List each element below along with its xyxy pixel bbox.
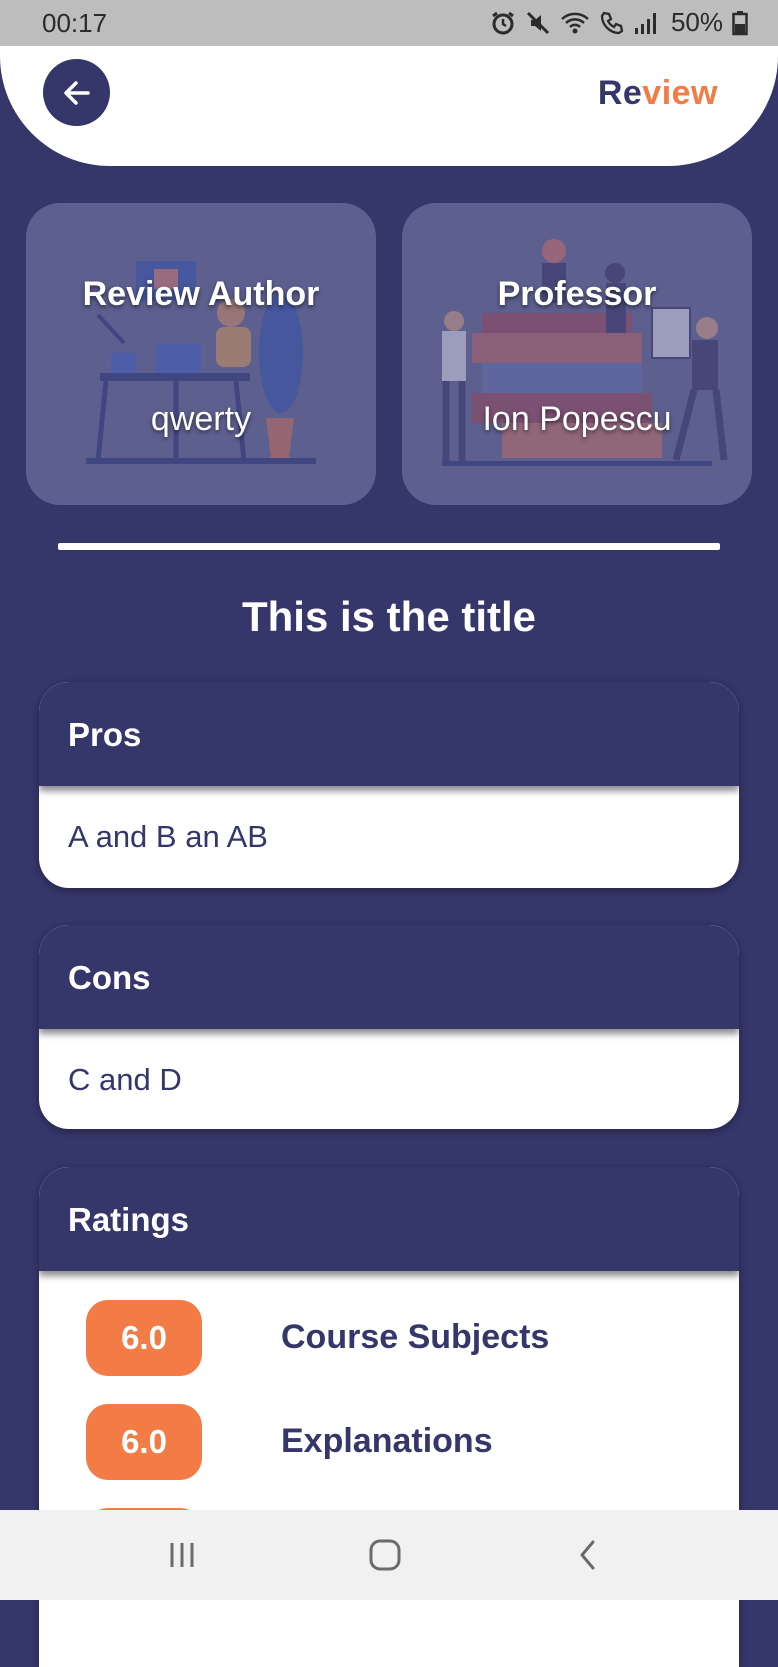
battery-level: 50% <box>670 7 723 37</box>
back-icon <box>580 1540 595 1570</box>
rating-row: 6.0 Explanations <box>39 1404 739 1480</box>
rating-score-badge: 6.0 <box>86 1300 202 1376</box>
recent-apps-button[interactable] <box>152 1532 212 1578</box>
call-icon <box>599 10 625 36</box>
cons-text: C and D <box>68 1062 182 1097</box>
page-title: Review <box>598 74 718 113</box>
battery-icon <box>732 10 748 36</box>
ratings-body: 6.0 Course Subjects 6.0 Explanations <box>39 1271 739 1667</box>
rating-label: Course Subjects <box>281 1318 550 1356</box>
rating-label: Explanations <box>281 1422 493 1460</box>
status-time: 00:17 <box>42 8 108 38</box>
app-header: Review <box>0 46 778 166</box>
status-bar: 00:17 50% <box>0 0 778 46</box>
review-title: This is the title <box>241 593 537 640</box>
pros-header-label: Pros <box>68 716 142 753</box>
page-title-part2: view <box>642 74 718 112</box>
classroom-illustration <box>442 239 728 466</box>
cons-header: Cons <box>39 925 739 1029</box>
status-icons: 50% <box>490 7 748 38</box>
alarm-icon <box>490 10 516 36</box>
mute-icon <box>525 10 551 36</box>
back-button[interactable] <box>43 59 110 126</box>
pros-text: A and B an AB <box>68 819 268 854</box>
cons-body: C and D <box>39 1029 739 1129</box>
ratings-header: Ratings <box>39 1167 739 1271</box>
recent-apps-icon <box>170 1543 194 1567</box>
home-icon <box>369 1539 401 1571</box>
arrow-left-icon <box>63 80 90 105</box>
workspace-illustration <box>86 261 316 464</box>
professor-card-label: Professor <box>497 275 657 313</box>
system-back-button[interactable] <box>558 1532 618 1578</box>
author-name: qwerty <box>150 400 252 438</box>
cons-card: Cons C and D <box>39 925 739 1129</box>
author-card: Review Author qwerty <box>26 203 376 505</box>
professor-card: Professor Ion Popescu <box>402 203 752 505</box>
divider <box>58 543 720 550</box>
rating-row: 6.0 Course Subjects <box>39 1300 739 1376</box>
pros-card: Pros A and B an AB <box>39 682 739 888</box>
author-card-label: Review Author <box>82 275 320 313</box>
ratings-header-label: Ratings <box>68 1201 190 1238</box>
wifi-icon <box>560 10 590 36</box>
home-button[interactable] <box>355 1532 415 1578</box>
pros-body: A and B an AB <box>39 786 739 886</box>
pros-header: Pros <box>39 682 739 786</box>
cons-header-label: Cons <box>68 959 151 996</box>
page-title-part1: Re <box>597 74 643 112</box>
system-nav-bar <box>0 1510 778 1600</box>
rating-score-badge: 6.0 <box>86 1404 202 1480</box>
signal-icon <box>634 10 658 36</box>
professor-name: Ion Popescu <box>482 400 672 438</box>
